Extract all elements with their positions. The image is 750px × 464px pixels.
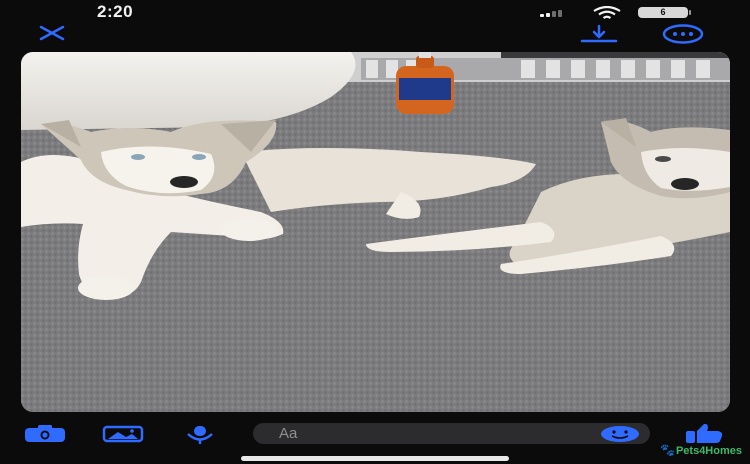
- battery-tip: [689, 10, 691, 15]
- download-button[interactable]: [580, 24, 618, 44]
- gallery-button[interactable]: [102, 425, 144, 443]
- watermark: 🐾Pets4Homes: [660, 443, 742, 457]
- more-options-button[interactable]: [662, 24, 704, 44]
- emoji-button[interactable]: [599, 425, 641, 443]
- close-button[interactable]: [38, 24, 66, 42]
- microphone-icon: [187, 426, 213, 444]
- download-icon: [580, 24, 618, 43]
- home-indicator[interactable]: [241, 456, 509, 461]
- paw-icon: 🐾: [660, 443, 675, 457]
- close-icon: [39, 25, 65, 41]
- emoji-icon: [601, 426, 639, 442]
- photo-huskies-image: [21, 52, 730, 412]
- camera-button[interactable]: [23, 425, 67, 443]
- cellular-signal-icon: [540, 10, 580, 17]
- wifi-icon: [593, 6, 621, 19]
- more-options-icon: [662, 24, 704, 44]
- battery-indicator: 6: [638, 7, 688, 18]
- gallery-icon: [102, 425, 144, 443]
- like-button[interactable]: [684, 423, 724, 444]
- status-time: 2:20: [97, 2, 134, 21]
- thumbs-up-icon: [686, 423, 723, 443]
- watermark-text: Pets4Homes: [675, 445, 742, 457]
- message-field[interactable]: [253, 423, 650, 444]
- camera-icon: [25, 425, 65, 442]
- microphone-button[interactable]: [184, 425, 216, 445]
- message-input[interactable]: [279, 424, 579, 443]
- shared-photo[interactable]: [21, 52, 730, 412]
